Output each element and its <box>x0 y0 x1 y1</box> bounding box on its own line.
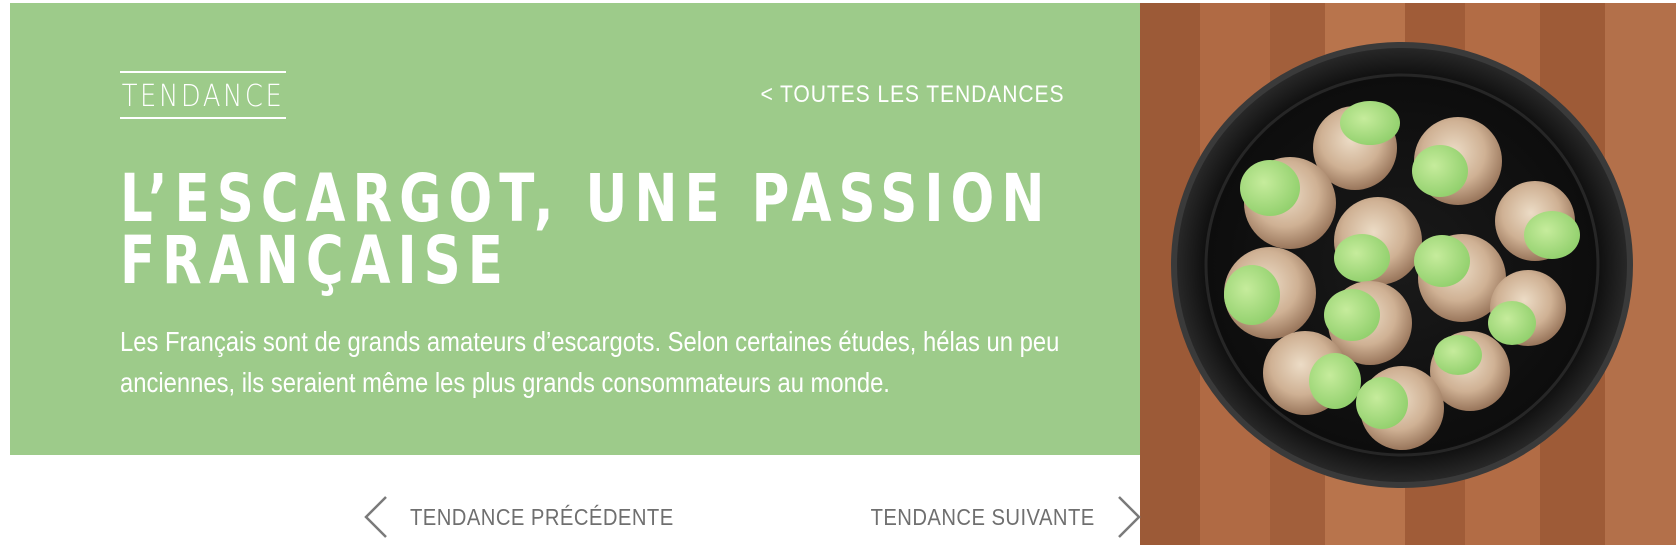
next-trend-label: TENDANCE SUIVANTE <box>870 503 1095 530</box>
previous-trend-link[interactable]: TENDANCE PRÉCÉDENTE <box>362 492 710 542</box>
previous-trend-label: TENDANCE PRÉCÉDENTE <box>410 503 674 530</box>
trend-page: TENDANCE < TOUTES LES TENDANCES L’ESCARG… <box>0 0 1676 553</box>
page-title-line-1: L’ESCARGOT, UNE PASSION <box>120 160 1052 237</box>
next-trend-link[interactable]: TENDANCE SUIVANTE <box>840 492 1143 542</box>
chevron-left-icon <box>364 496 387 538</box>
hero-panel: TENDANCE < TOUTES LES TENDANCES L’ESCARG… <box>10 3 1140 455</box>
escargots-image <box>1140 3 1676 545</box>
intro-paragraph: Les Français sont de grands amateurs d’e… <box>120 326 1060 398</box>
page-title: L’ESCARGOT, UNE PASSION FRANÇAISE <box>120 160 1052 299</box>
escargots-photo <box>1140 3 1676 545</box>
page-title-line-2: FRANÇAISE <box>120 222 510 299</box>
section-eyebrow: TENDANCE <box>120 71 287 119</box>
chevron-right-icon <box>1117 496 1141 538</box>
all-trends-link[interactable]: < TOUTES LES TENDANCES <box>760 81 1064 109</box>
